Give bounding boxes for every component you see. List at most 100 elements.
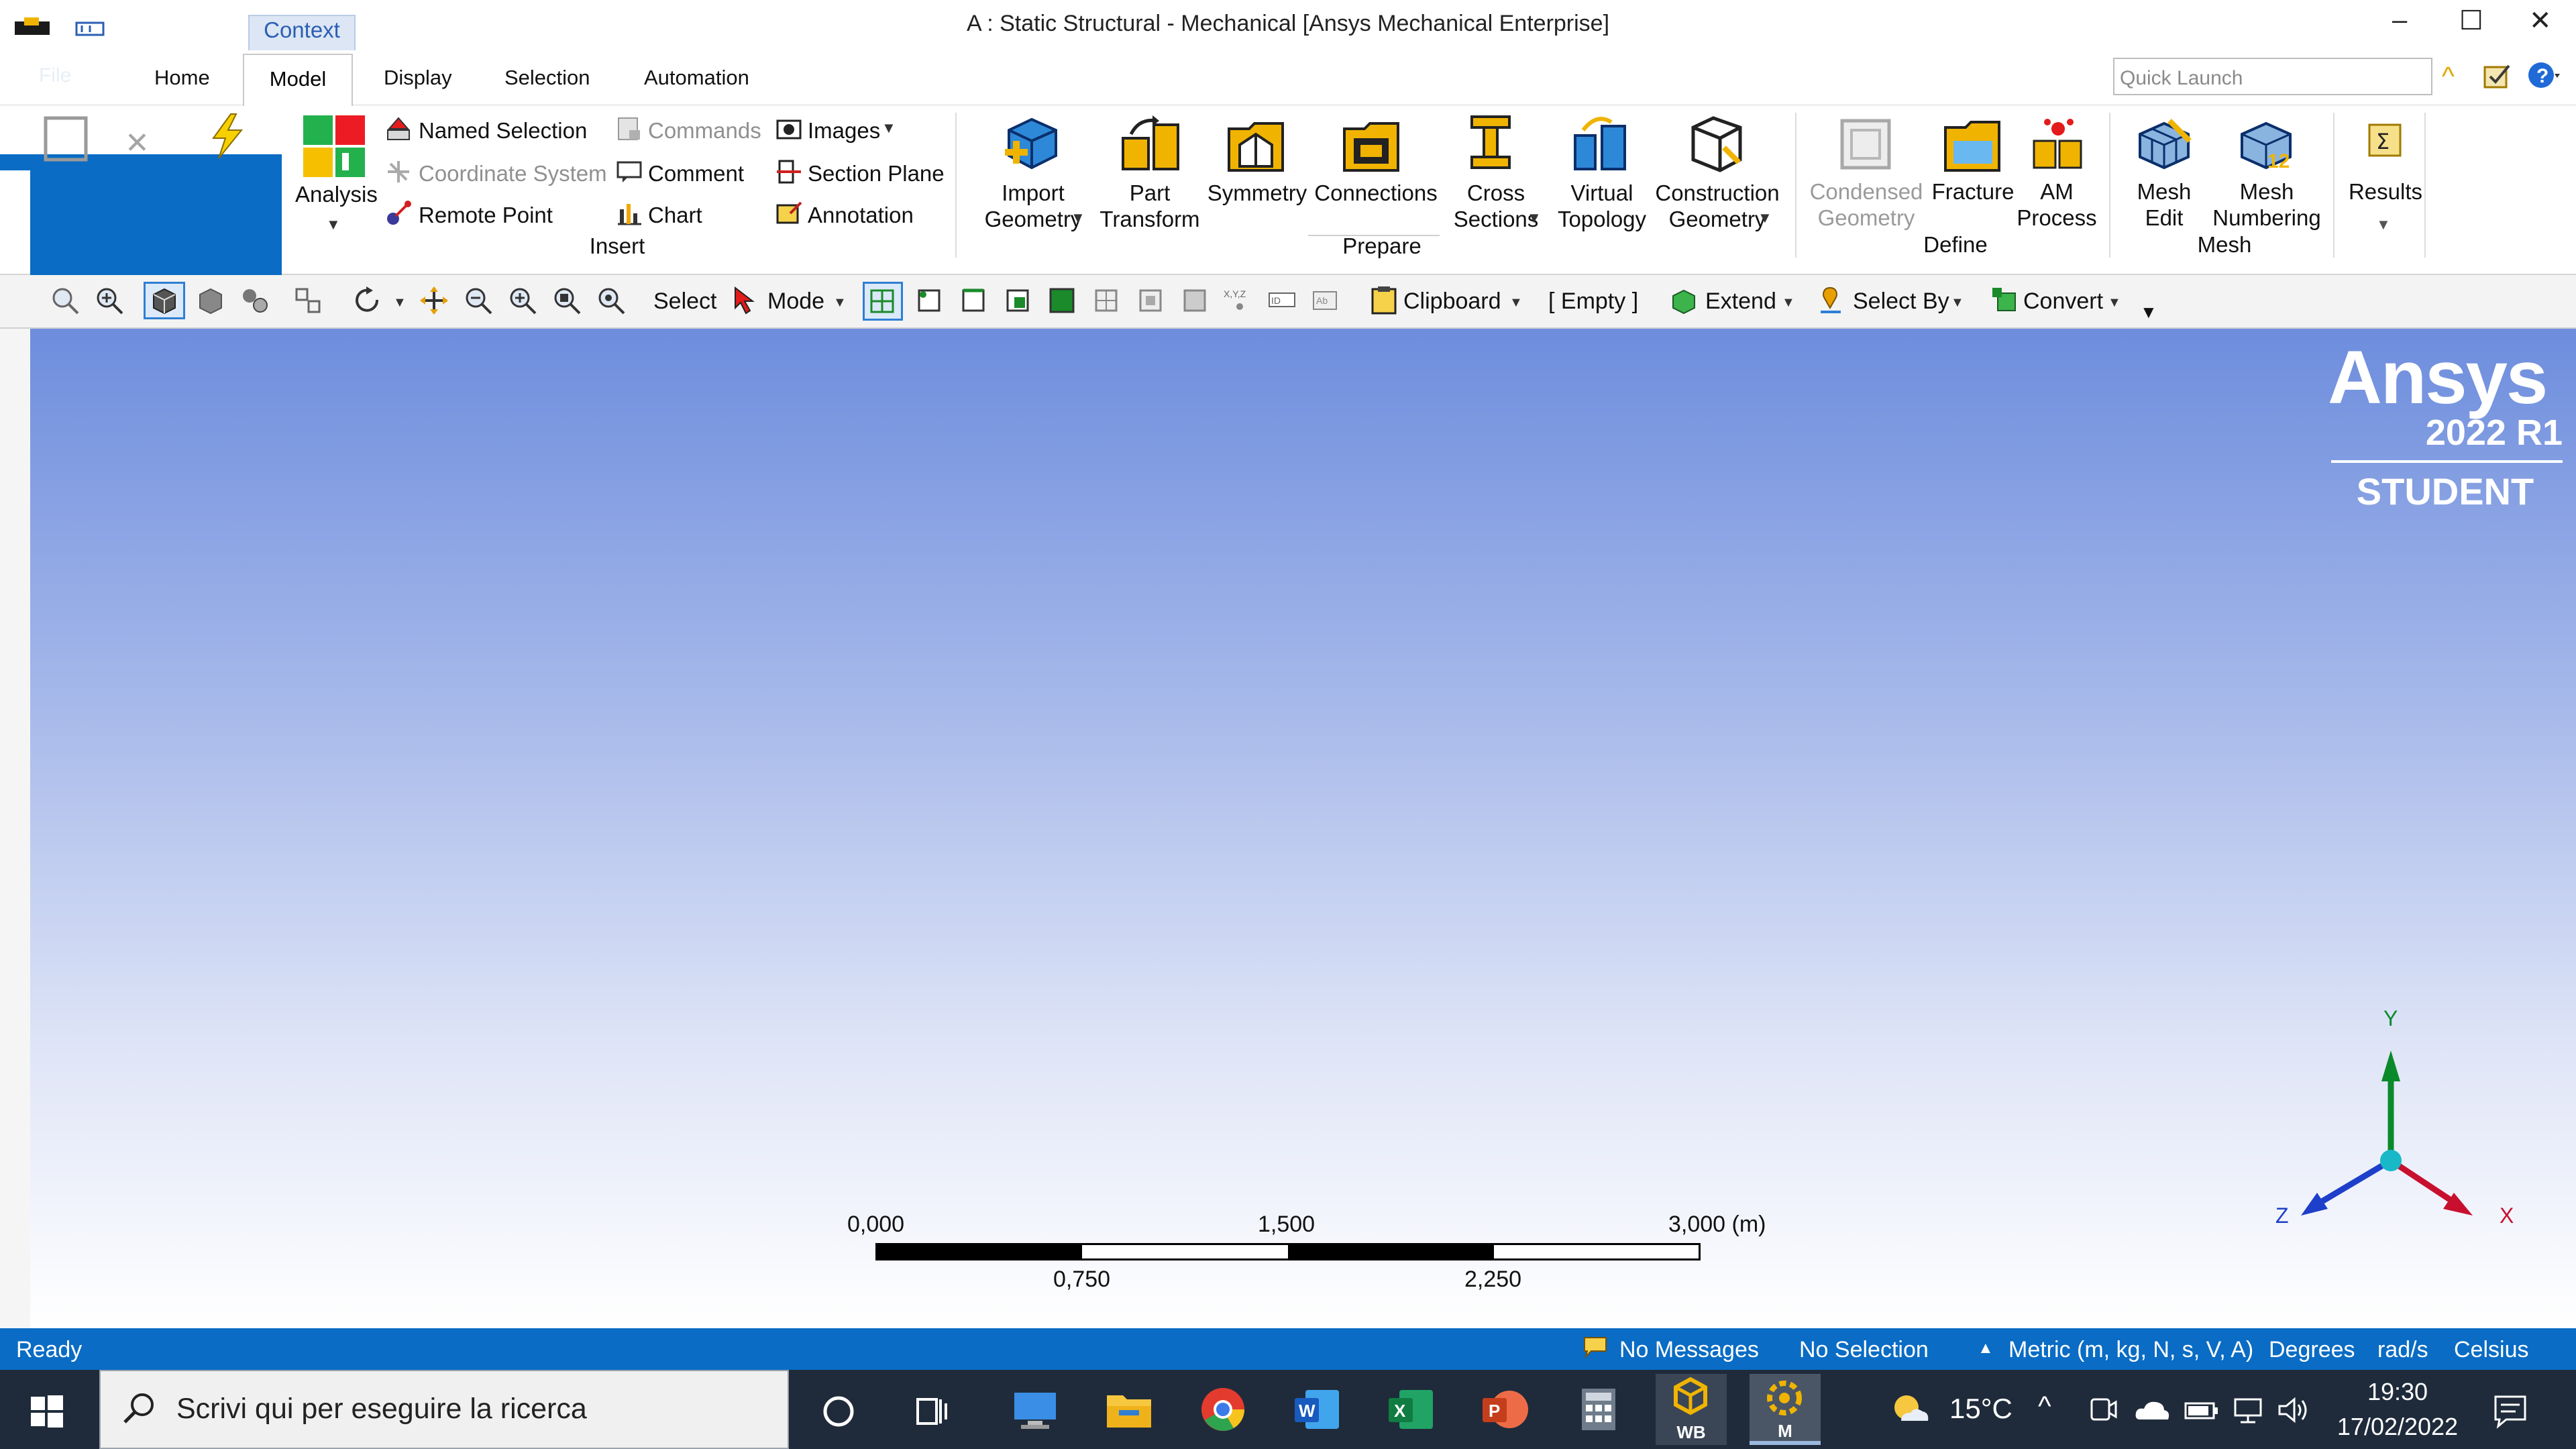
chart-icon[interactable] — [616, 200, 643, 230]
mode-button[interactable]: Mode — [767, 288, 824, 315]
tab-home[interactable]: Home — [154, 66, 210, 90]
tray-chevron-icon[interactable]: ^ — [2038, 1390, 2051, 1422]
am-process-button[interactable]: AM Process — [2010, 178, 2104, 231]
extend-icon[interactable] — [1669, 285, 1700, 316]
clipboard-button[interactable]: Clipboard — [1403, 288, 1501, 315]
construction-geometry-dropdown-icon[interactable]: ▼ — [1758, 209, 1772, 227]
box-zoom-icon[interactable] — [292, 285, 323, 316]
mesh-edit-button[interactable]: Mesh Edit — [2117, 178, 2211, 231]
clipboard-icon[interactable] — [1368, 285, 1399, 316]
onedrive-icon[interactable] — [2133, 1397, 2171, 1424]
tab-selection[interactable]: Selection — [504, 66, 590, 90]
part-transform-icon[interactable] — [1119, 114, 1181, 179]
analysis-icon[interactable] — [302, 114, 366, 178]
remote-point-icon[interactable] — [385, 200, 412, 230]
powerpoint-icon[interactable]: P — [1479, 1383, 1531, 1436]
fracture-icon[interactable] — [1941, 114, 2003, 179]
commands-button[interactable]: Commands — [648, 118, 761, 144]
clock-date[interactable]: 17/02/2022 — [2332, 1413, 2463, 1441]
named-selection-button[interactable]: Named Selection — [419, 118, 587, 144]
part-transform-button[interactable]: Part Transform — [1089, 180, 1210, 232]
condensed-geometry-icon[interactable] — [1835, 114, 1897, 179]
status-units[interactable]: Metric (m, kg, N, s, V, A) — [2008, 1337, 2253, 1363]
graphics-viewport[interactable] — [30, 329, 2576, 1328]
status-angle-unit[interactable]: Degrees — [2269, 1337, 2355, 1363]
close-icon[interactable]: ✕ — [2529, 5, 2552, 36]
zoom-icon[interactable] — [463, 285, 494, 316]
pan-icon[interactable] — [419, 285, 449, 316]
clipboard-dropdown-icon[interactable]: ▼ — [1509, 295, 1523, 311]
coordinate-system-button[interactable]: Coordinate System — [419, 161, 607, 186]
delete-icon[interactable]: ✕ — [125, 126, 150, 160]
construction-geometry-icon[interactable] — [1686, 113, 1748, 178]
magnifier-icon[interactable] — [596, 285, 627, 316]
analysis-button[interactable]: Analysis — [295, 181, 378, 207]
tab-automation[interactable]: Automation — [644, 66, 749, 90]
symmetry-icon[interactable] — [1225, 114, 1287, 179]
virtual-topology-icon[interactable] — [1570, 113, 1631, 178]
am-process-icon[interactable] — [2027, 114, 2089, 179]
coordinate-system-icon[interactable] — [385, 158, 412, 189]
select-element-icon[interactable] — [1179, 285, 1210, 316]
remote-point-button[interactable]: Remote Point — [419, 203, 553, 228]
network-icon[interactable] — [2231, 1395, 2265, 1425]
section-plane-button[interactable]: Section Plane — [808, 161, 945, 186]
tab-file[interactable]: File — [39, 64, 71, 87]
start-icon[interactable] — [30, 1394, 64, 1429]
select-by-icon[interactable] — [1817, 285, 1847, 316]
mesh-edit-icon[interactable] — [2133, 114, 2195, 179]
outline-frame-icon[interactable] — [40, 115, 94, 162]
select-by-dropdown-icon[interactable]: ▼ — [1951, 295, 1964, 311]
select-body-icon[interactable] — [1046, 285, 1077, 316]
battery-icon[interactable] — [2183, 1397, 2220, 1424]
select-mode-icon[interactable] — [731, 285, 762, 316]
word-icon[interactable]: W — [1291, 1383, 1343, 1436]
mode-dropdown-icon[interactable]: ▼ — [833, 295, 847, 311]
maximize-icon[interactable]: ☐ — [2459, 5, 2483, 36]
shaded-view-icon[interactable] — [195, 285, 225, 316]
select-vertex-icon[interactable] — [914, 285, 945, 316]
select-coordinate-icon[interactable]: X,Y,Z — [1222, 285, 1253, 316]
chrome-icon[interactable] — [1197, 1383, 1249, 1436]
connections-button[interactable]: Connections — [1312, 180, 1440, 206]
zoom-in-icon[interactable] — [94, 285, 125, 316]
import-geometry-icon[interactable] — [1001, 114, 1063, 179]
calculator-icon[interactable] — [1572, 1383, 1625, 1436]
results-icon[interactable]: Σ — [2365, 121, 2404, 160]
virtual-topology-button[interactable]: Virtual Topology — [1540, 180, 1664, 232]
condensed-geometry-button[interactable]: Condensed Geometry — [1801, 178, 1932, 231]
extend-button[interactable]: Extend — [1705, 288, 1776, 315]
analysis-dropdown-icon[interactable]: ▼ — [326, 216, 341, 233]
feedback-icon[interactable] — [2482, 62, 2512, 91]
select-filter-active-icon[interactable] — [863, 282, 903, 321]
label-icon[interactable]: Ab — [1311, 285, 1342, 316]
status-rate-unit[interactable]: rad/s — [2377, 1337, 2428, 1363]
quick-launch-input[interactable]: Quick Launch — [2113, 58, 2432, 95]
chart-button[interactable]: Chart — [648, 203, 702, 228]
cortana-icon[interactable] — [820, 1393, 857, 1430]
commands-icon[interactable] — [616, 115, 643, 146]
meet-now-icon[interactable] — [2088, 1394, 2118, 1425]
select-element-face-icon[interactable] — [1135, 285, 1166, 316]
node-id-icon[interactable]: ID — [1267, 285, 1297, 316]
wireframe-view-icon[interactable] — [239, 285, 270, 316]
cross-sections-icon[interactable] — [1464, 113, 1525, 178]
zoom-box-icon[interactable] — [551, 285, 582, 316]
results-button[interactable]: Results — [2345, 178, 2426, 205]
status-messages[interactable]: No Messages — [1619, 1337, 1759, 1363]
isometric-view-icon[interactable] — [144, 282, 185, 319]
mechanical-app-icon[interactable]: M — [1750, 1374, 1821, 1445]
convert-button[interactable]: Convert — [2023, 288, 2103, 315]
select-face-icon[interactable] — [1002, 285, 1033, 316]
tab-model[interactable]: Model — [243, 54, 353, 107]
mesh-numbering-icon[interactable]: 12 — [2235, 114, 2297, 179]
section-plane-icon[interactable] — [775, 158, 802, 189]
task-view-icon[interactable] — [914, 1393, 951, 1430]
comment-icon[interactable] — [616, 158, 643, 189]
convert-dropdown-icon[interactable]: ▼ — [2108, 295, 2121, 311]
select-node-icon[interactable] — [1091, 285, 1122, 316]
help-icon[interactable]: ? — [2528, 60, 2561, 91]
collapse-ribbon-icon[interactable]: ^ — [2442, 62, 2455, 92]
convert-icon[interactable] — [1990, 285, 2021, 316]
minimize-icon[interactable]: – — [2392, 5, 2407, 36]
